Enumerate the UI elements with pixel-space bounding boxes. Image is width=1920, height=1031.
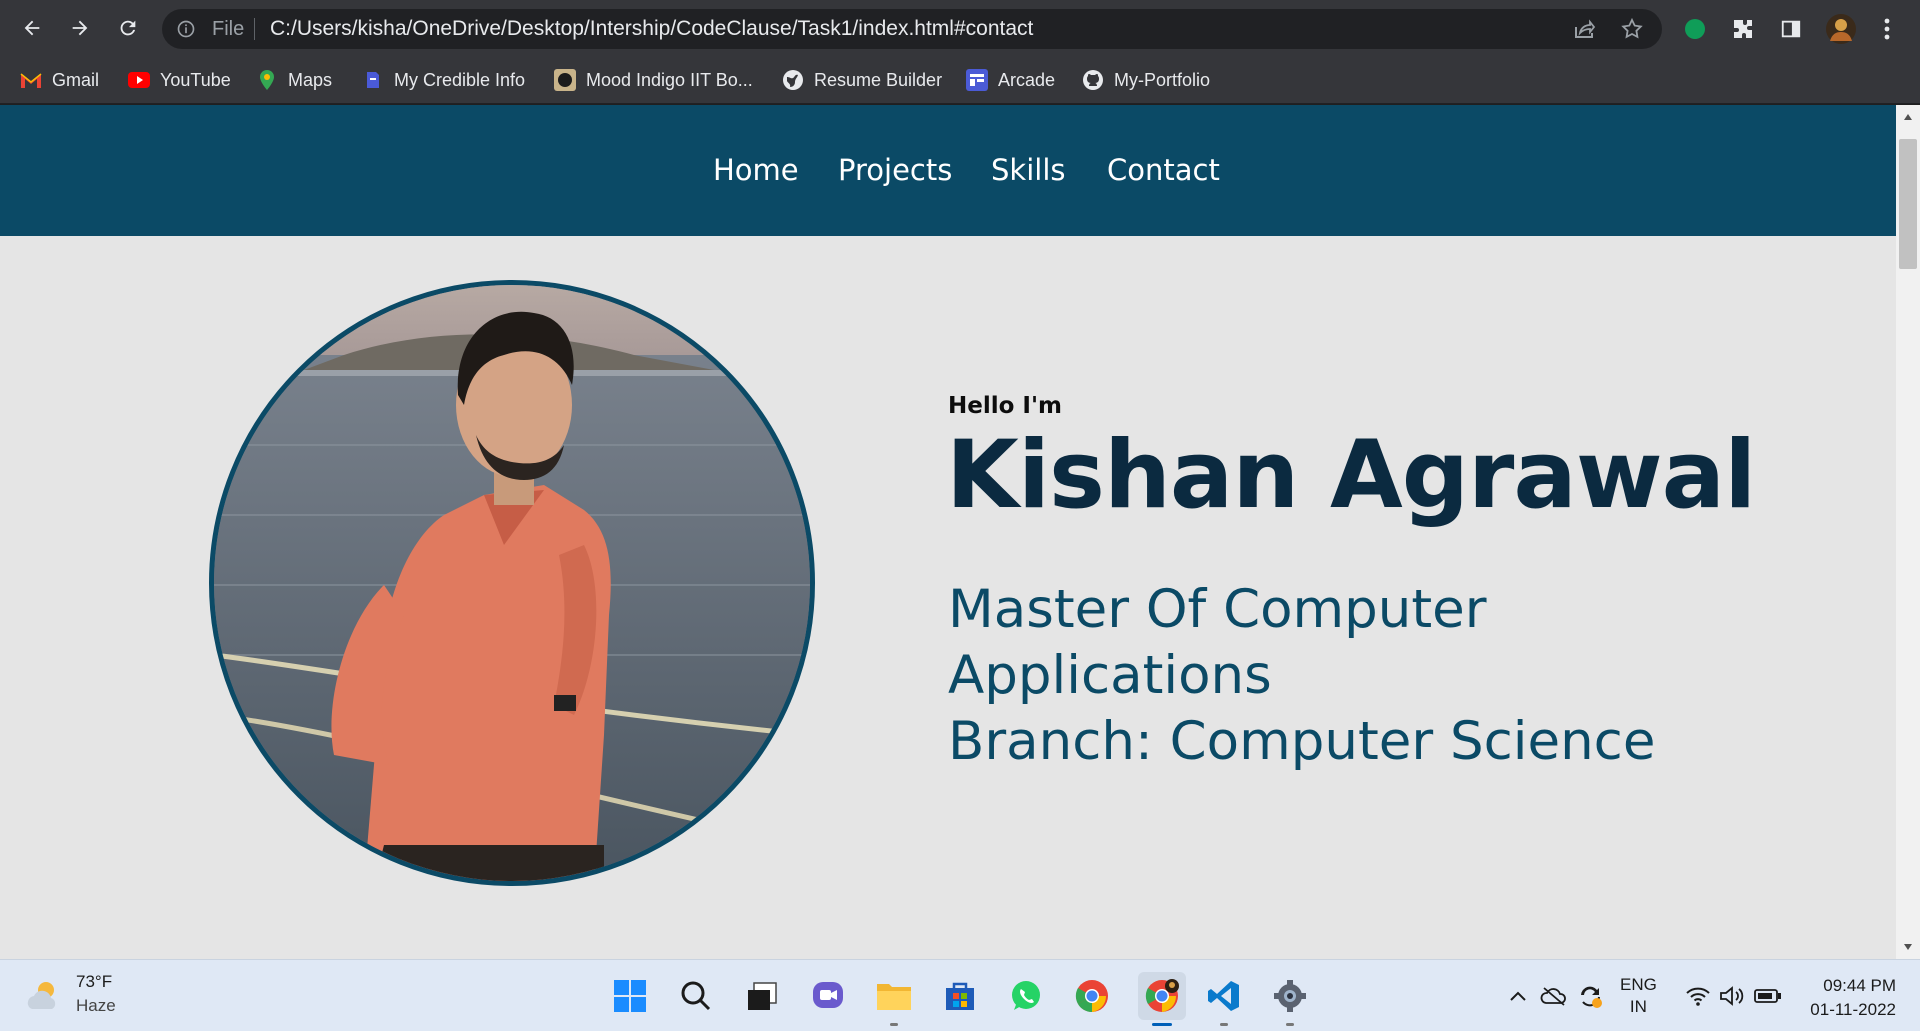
clock-time: 09:44 PM: [1823, 976, 1896, 995]
scroll-up-arrow-icon[interactable]: [1896, 105, 1920, 129]
file-explorer-icon[interactable]: [874, 976, 914, 1026]
forward-button[interactable]: [62, 10, 98, 46]
bookmark-mood-indigo[interactable]: Mood Indigo IIT Bo...: [554, 66, 753, 94]
browser-toolbar: File C:/Users/kisha/OneDrive/Desktop/Int…: [0, 0, 1920, 58]
bookmark-my-portfolio[interactable]: My-Portfolio: [1082, 66, 1210, 94]
scheme-label: File: [212, 18, 245, 40]
bookmark-credible-info[interactable]: My Credible Info: [362, 66, 525, 94]
store-icon[interactable]: [940, 976, 980, 1016]
weather-temperature: 73°F: [76, 972, 113, 991]
scroll-thumb[interactable]: [1899, 139, 1917, 269]
running-indicator: [1220, 1023, 1228, 1026]
back-arrow-icon: [24, 20, 40, 36]
url-text[interactable]: C:/Users/kisha/OneDrive/Desktop/Intershi…: [270, 17, 1033, 41]
battery-icon[interactable]: [1754, 982, 1782, 1010]
nav-link-contact[interactable]: Contact: [1107, 153, 1220, 187]
running-indicator: [890, 1023, 898, 1026]
hero-degree-line-1: Master Of Computer: [948, 579, 1487, 640]
share-icon[interactable]: [1572, 17, 1596, 41]
clock-date: 01-11-2022: [1810, 1000, 1896, 1019]
bookmark-gmail[interactable]: Gmail: [20, 66, 99, 94]
scroll-down-arrow-icon[interactable]: [1896, 935, 1920, 959]
nav-link-projects[interactable]: Projects: [838, 153, 952, 187]
address-bar[interactable]: File C:/Users/kisha/OneDrive/Desktop/Int…: [162, 9, 1662, 49]
omnibox-divider: [254, 18, 255, 40]
reload-button[interactable]: [110, 10, 146, 46]
chat-icon[interactable]: [808, 976, 848, 1016]
chrome-profile-icon[interactable]: [1138, 972, 1186, 1026]
running-indicator: [1286, 1023, 1294, 1026]
info-icon[interactable]: [176, 19, 196, 39]
reload-icon: [120, 20, 136, 36]
extension-green-icon[interactable]: [1680, 14, 1710, 44]
active-indicator: [1152, 1023, 1172, 1026]
onedrive-cloud-icon[interactable]: [1540, 982, 1568, 1010]
maps-icon: [256, 69, 278, 91]
task-view-icon[interactable]: [742, 976, 782, 1016]
hero-branch-line: Branch: Computer Science: [948, 711, 1656, 772]
bookmark-resume-builder[interactable]: Resume Builder: [782, 66, 942, 94]
settings-icon[interactable]: [1270, 976, 1310, 1026]
language-indicator[interactable]: ENG IN: [1620, 974, 1657, 1018]
web-page: Home Projects Skills Contact Hello I'm K…: [0, 105, 1896, 959]
whatsapp-icon[interactable]: [1006, 976, 1046, 1016]
windows-taskbar: 73°F Haze ENG IN 09:44 PM 01-11-2022: [0, 959, 1920, 1031]
bookmarks-bar: Gmail YouTube Maps My Credible Info Mood…: [0, 58, 1920, 104]
nav-link-home[interactable]: Home: [713, 153, 799, 187]
credible-info-icon: [362, 69, 384, 91]
hero-greeting: Hello I'm: [948, 393, 1062, 419]
youtube-icon: [128, 69, 150, 91]
profile-photo-illustration: [214, 285, 810, 881]
extensions-puzzle-icon[interactable]: [1728, 14, 1758, 44]
github-icon: [1082, 69, 1104, 91]
chevron-up-icon[interactable]: [1504, 982, 1532, 1010]
arcade-icon: [966, 69, 988, 91]
globe-icon: [782, 69, 804, 91]
menu-kebab-icon[interactable]: [1872, 14, 1902, 44]
system-clock[interactable]: 09:44 PM 01-11-2022: [1800, 974, 1896, 1022]
profile-avatar[interactable]: [1824, 12, 1858, 46]
side-panel-icon[interactable]: [1776, 14, 1806, 44]
bookmark-maps[interactable]: Maps: [256, 66, 332, 94]
sync-icon[interactable]: [1576, 982, 1604, 1010]
bookmark-arcade[interactable]: Arcade: [966, 66, 1055, 94]
bookmark-youtube[interactable]: YouTube: [128, 66, 231, 94]
mood-indigo-icon: [554, 69, 576, 91]
forward-arrow-icon: [72, 20, 88, 36]
search-icon[interactable]: [676, 976, 716, 1016]
weather-haze-icon: [27, 982, 56, 1009]
site-navbar: Home Projects Skills Contact: [0, 105, 1896, 236]
chrome-icon[interactable]: [1072, 976, 1112, 1016]
hero-name: Kishan Agrawal: [946, 421, 1756, 530]
hero-degree-line-2: Applications: [948, 645, 1272, 706]
page-scrollbar[interactable]: [1896, 105, 1920, 959]
back-button[interactable]: [14, 10, 50, 46]
bookmark-star-icon[interactable]: [1620, 17, 1644, 41]
vscode-icon[interactable]: [1204, 976, 1244, 1026]
gmail-icon: [20, 69, 42, 91]
profile-photo: [209, 280, 815, 886]
weather-description: Haze: [76, 996, 116, 1015]
start-icon[interactable]: [610, 976, 650, 1016]
wifi-icon[interactable]: [1684, 982, 1712, 1010]
nav-link-skills[interactable]: Skills: [991, 153, 1065, 187]
volume-icon[interactable]: [1718, 982, 1746, 1010]
